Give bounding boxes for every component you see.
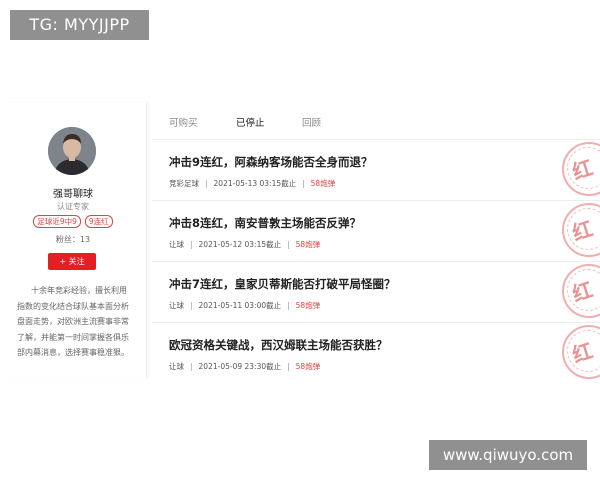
article-title[interactable]: 冲击7连红，皇家贝蒂斯能否打破平局怪圈？ [169, 276, 396, 292]
separator: | [190, 301, 193, 310]
separator: | [190, 240, 193, 249]
article-cost: 58炮弹 [295, 301, 321, 310]
article-time: 2021-05-13 03:15截止 [213, 179, 297, 188]
article-time: 2021-05-11 03:00截止 [198, 301, 282, 310]
article-meta: 让球 | 2021-05-11 03:00截止 | 58炮弹 [169, 300, 320, 311]
article-category: 让球 [169, 240, 184, 249]
tag-record: 足球近9中9 [33, 215, 81, 228]
separator: | [287, 362, 290, 371]
separator: | [205, 179, 208, 188]
expert-bio: 十余年竞彩经验，擅长利用指数的变化结合球队基本面分析盘面走势，对欧洲主流赛事非常… [17, 286, 129, 357]
article-cost: 58炮弹 [295, 362, 321, 371]
article-item[interactable]: 冲击8连红，南安普敦主场能否反弹？ 让球 | 2021-05-12 03:15截止 |… [152, 201, 600, 262]
follow-button[interactable]: + 关注 [48, 253, 96, 270]
tab-bar: 可购买 已停止 回顾 [152, 103, 600, 140]
red-stamp-icon: 红 [562, 142, 600, 196]
article-category: 让球 [169, 301, 184, 310]
article-item[interactable]: 欧冠资格关键战，西汉姆联主场能否获胜？ 让球 | 2021-05-09 23:30截… [152, 323, 600, 379]
article-item[interactable]: 冲击9连红，阿森纳客场能否全身而退？ 竞彩足球 | 2021-05-13 03:15… [152, 140, 600, 201]
expert-tags: 足球近9中9 9连红 [0, 215, 146, 228]
expert-sidebar: 强哥聊球 认证专家 足球近9中9 9连红 粉丝：13 + 关注 十余年竞彩经验，… [0, 103, 147, 378]
separator: | [287, 240, 290, 249]
article-meta: 竞彩足球 | 2021-05-13 03:15截止 | 58炮弹 [169, 178, 335, 189]
tag-streak: 9连红 [84, 215, 113, 228]
watermark-top-left: TG: MYYJJPP [10, 10, 149, 40]
article-time: 2021-05-12 03:15截止 [198, 240, 282, 249]
article-meta: 让球 | 2021-05-12 03:15截止 | 58炮弹 [169, 239, 320, 250]
article-title[interactable]: 冲击9连红，阿森纳客场能否全身而退？ [169, 154, 373, 170]
red-stamp-icon: 红 [562, 264, 600, 318]
expert-name: 强哥聊球 [53, 189, 93, 200]
watermark-bottom-right: www.qiwuyo.com [429, 440, 587, 470]
article-category: 让球 [169, 362, 184, 371]
article-time: 2021-05-09 23:30截止 [198, 362, 282, 371]
tab-stopped[interactable]: 已停止 [236, 115, 265, 129]
expert-role: 认证专家 [57, 202, 89, 211]
article-category: 竞彩足球 [169, 179, 199, 188]
article-cost: 58炮弹 [310, 179, 336, 188]
separator: | [190, 362, 193, 371]
avatar[interactable] [48, 127, 96, 175]
article-title[interactable]: 欧冠资格关键战，西汉姆联主场能否获胜？ [169, 337, 388, 353]
separator: | [302, 179, 305, 188]
fans-count: 粉丝：13 [55, 235, 91, 244]
main-panel: 可购买 已停止 回顾 冲击9连红，阿森纳客场能否全身而退？ 竞彩足球 | 2021-… [152, 103, 600, 379]
separator: | [287, 301, 290, 310]
red-stamp-icon: 红 [562, 203, 600, 257]
tab-available[interactable]: 可购买 [169, 115, 198, 129]
article-cost: 58炮弹 [295, 240, 321, 249]
red-stamp-icon: 红 [562, 325, 600, 379]
tab-review[interactable]: 回顾 [302, 115, 321, 129]
article-title[interactable]: 冲击8连红，南安普敦主场能否反弹？ [169, 215, 361, 231]
article-meta: 让球 | 2021-05-09 23:30截止 | 58炮弹 [169, 361, 320, 372]
article-item[interactable]: 冲击7连红，皇家贝蒂斯能否打破平局怪圈？ 让球 | 2021-05-11 03:00… [152, 262, 600, 323]
